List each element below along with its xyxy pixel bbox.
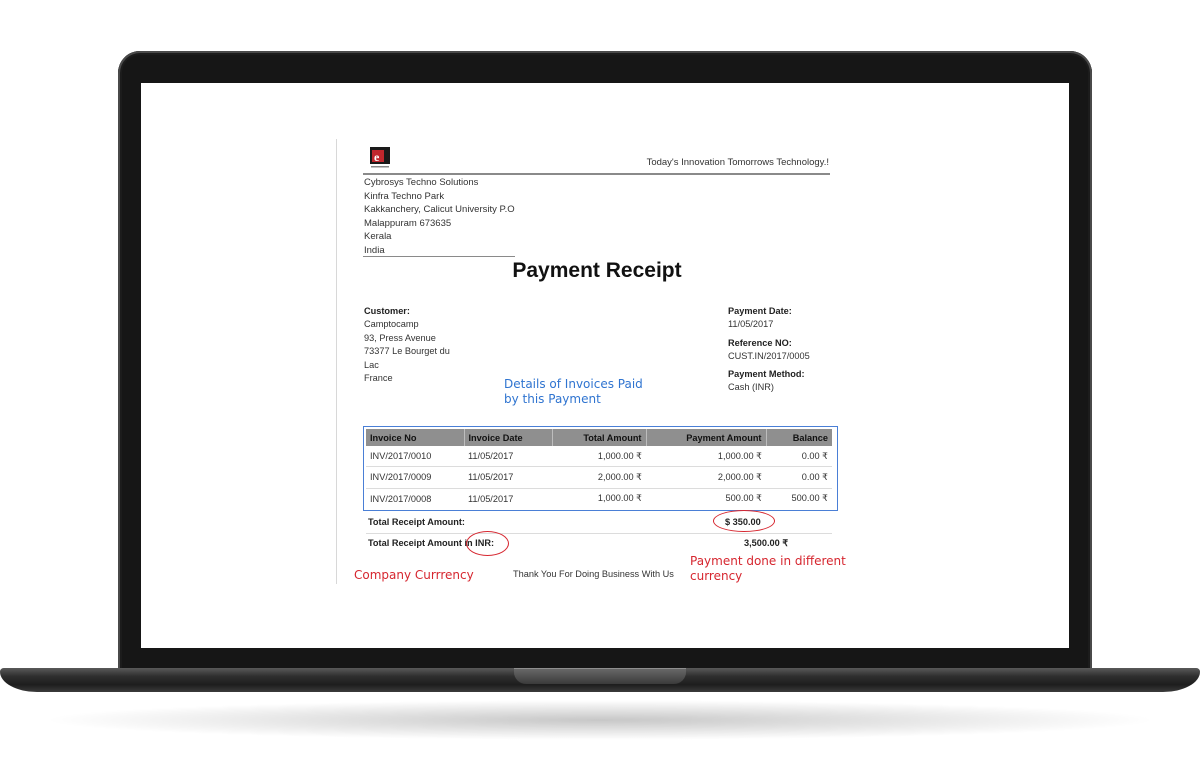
customer-line: 73377 Le Bourget du [364, 346, 450, 357]
customer-line: 93, Press Avenue [364, 332, 436, 343]
invoice-table: Invoice No Invoice Date Total Amount Pay… [366, 429, 832, 509]
payment-date-label: Payment Date: [728, 306, 792, 316]
address-line: Kakkanchery, Calicut University P.O [364, 204, 515, 216]
highlight-circle [466, 531, 509, 556]
table-header-row: Invoice No Invoice Date Total Amount Pay… [366, 429, 832, 446]
annotation-line: Payment done in different [690, 554, 846, 568]
reference-label: Reference NO: [728, 337, 792, 348]
payment-method-label: Payment Method: [728, 369, 805, 380]
cell-payment-amount: 1,000.00 ₹ [646, 446, 766, 468]
cell-total-amount: 2,000.00 ₹ [552, 466, 646, 489]
totals-rule [366, 533, 832, 534]
total-inr-value: 3,500.00 ₹ [744, 538, 789, 548]
company-logo-icon: e [370, 147, 390, 168]
cell-total-amount: 1,000.00 ₹ [552, 446, 646, 468]
header-invoice-no: Invoice No [366, 429, 465, 446]
cell-balance: 0.00 ₹ [766, 466, 832, 489]
customer-label: Customer: [364, 306, 410, 316]
annotation-line: currency [690, 569, 743, 583]
header-total-amount: Total Amount [552, 429, 647, 446]
address-line: Kinfra Techno Park [364, 190, 445, 202]
table-row: INV/2017/0010 11/05/2017 1,000.00 ₹ 1,00… [366, 446, 832, 468]
annotation-line: Details of Invoices Paid [504, 377, 643, 391]
payment-method-value: Cash (INR) [728, 382, 774, 393]
customer-block: Customer: Camptocamp 93, Press Avenue 73… [364, 306, 450, 386]
address-line: Cybrosys Techno Solutions [364, 177, 479, 188]
cell-payment-amount: 2,000.00 ₹ [646, 466, 766, 489]
header-payment-amount: Payment Amount [646, 429, 767, 446]
reference-value: CUST.IN/2017/0005 [728, 350, 810, 361]
laptop-shadow [40, 700, 1160, 740]
customer-address: Camptocamp 93, Press Avenue 73377 Le Bou… [364, 318, 450, 386]
header-invoice-date: Invoice Date [464, 429, 553, 446]
company-address: Cybrosys Techno Solutions Kinfra Techno … [364, 176, 515, 258]
cell-invoice-date: 11/05/2017 [464, 446, 552, 468]
cell-invoice-date: 11/05/2017 [468, 493, 514, 504]
payment-date-value: 11/05/2017 [728, 319, 774, 329]
cell-invoice-no: INV/2017/0010 [366, 446, 464, 468]
cell-total-amount: 1,000.00 ₹ [597, 493, 642, 504]
highlight-circle [713, 510, 775, 532]
address-line: Kerala [364, 231, 392, 243]
laptop-notch [514, 668, 686, 684]
cell-invoice-no: INV/2017/0009 [366, 466, 464, 489]
total-inr-label-prefix: Total Receipt Amount [368, 538, 465, 548]
page-title: Payment Receipt [512, 259, 682, 282]
payment-info-block: Payment Date: 11/05/2017 Reference NO: C… [728, 306, 810, 395]
different-currency-annotation: Payment done in different currency [690, 554, 846, 584]
cell-payment-amount: 500.00 ₹ [725, 493, 763, 504]
total-receipt-label: Total Receipt Amount: [368, 517, 465, 527]
address-line: Malappuram 673635 [364, 217, 452, 229]
customer-line: France [364, 373, 393, 384]
cell-invoice-date: 11/05/2017 [464, 466, 552, 489]
cell-invoice-no: INV/2017/0008 [370, 493, 432, 504]
annotation-line: by this Payment [504, 392, 601, 406]
company-tagline: Today's Innovation Tomorrows Technology.… [646, 157, 829, 168]
invoices-annotation: Details of Invoices Paid by this Payment [504, 377, 643, 407]
customer-line: Camptocamp [364, 319, 419, 329]
table-row: INV/2017/0008 11/05/2017 1,000.00 ₹ 500.… [366, 488, 832, 509]
table-row: INV/2017/0009 11/05/2017 2,000.00 ₹ 2,00… [366, 466, 832, 489]
thank-you-note: Thank You For Doing Business With Us [513, 569, 674, 579]
laptop-screen: e Today's Innovation Tomorrows Technolog… [141, 83, 1069, 648]
svg-text:e: e [374, 150, 380, 164]
address-rule [363, 256, 515, 257]
header-balance: Balance [766, 429, 832, 446]
customer-line: Lac [364, 359, 379, 370]
header-rule [363, 173, 830, 175]
company-currency-annotation: Company Currrency [354, 568, 474, 582]
page-margin-line [336, 139, 337, 584]
cell-balance: 0.00 ₹ [766, 446, 832, 468]
cell-balance: 500.00 ₹ [791, 493, 829, 504]
